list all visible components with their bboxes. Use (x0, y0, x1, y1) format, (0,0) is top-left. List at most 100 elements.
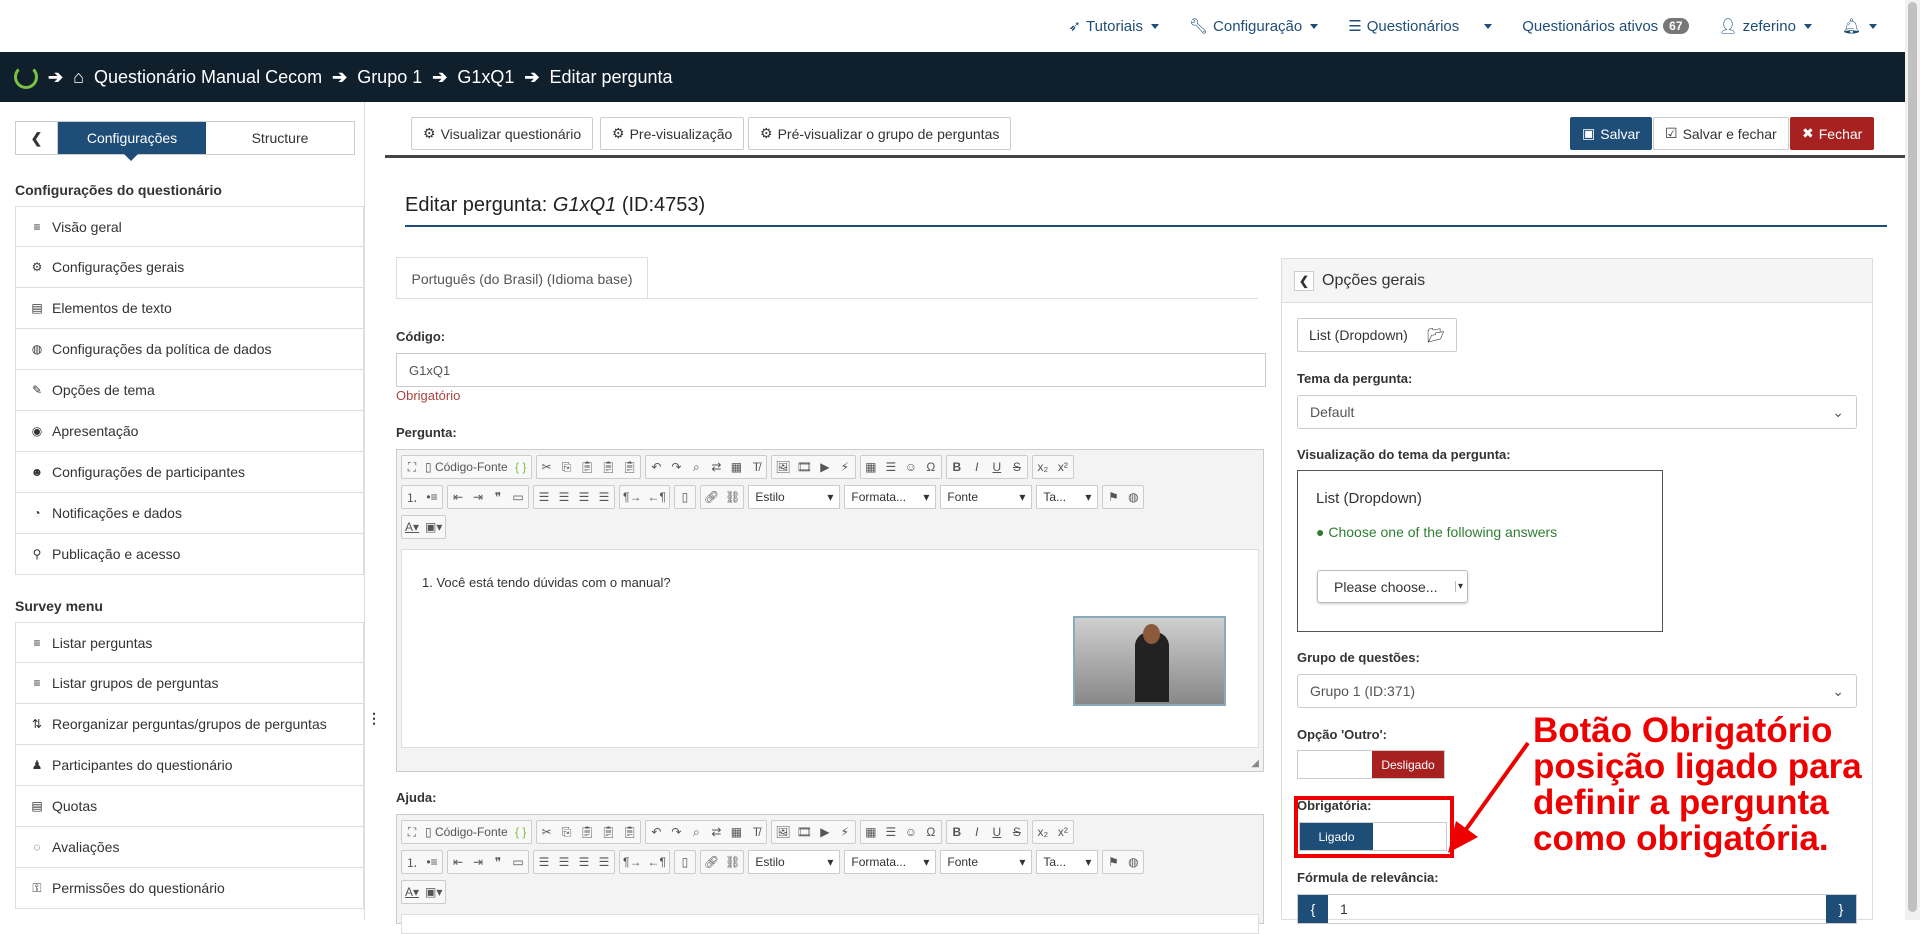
italic-icon[interactable]: I (970, 825, 984, 839)
unlink-icon[interactable]: ⛓ (725, 855, 740, 869)
sidebar-item[interactable]: ⚲ Publicação e acesso (15, 534, 364, 575)
resize-grip-icon[interactable]: ◢ (1251, 758, 1259, 769)
find-icon[interactable]: ⌕ (689, 825, 703, 840)
sidebar-item[interactable]: ≡ Visão geral (15, 206, 364, 247)
sidebar-item[interactable]: ◍ Configurações da política de dados (15, 329, 364, 370)
superscript-icon[interactable]: x² (1056, 825, 1070, 839)
surveys-menu[interactable]: ☰ Questionários (1348, 17, 1493, 35)
unlink-icon[interactable]: ⛓ (725, 490, 740, 504)
horizontal-rule-icon[interactable]: ☰ (884, 825, 898, 839)
preview-button[interactable]: ⚙ Pre-visualização (600, 117, 745, 150)
paste-icon[interactable]: 📋︎ (580, 460, 595, 474)
table-icon[interactable]: ▦ (864, 825, 878, 839)
font-dropdown[interactable]: Fonte ▾ (940, 485, 1033, 509)
sidebar-item[interactable]: ◉ Apresentação (15, 411, 364, 452)
undo-icon[interactable]: ↶ (649, 460, 663, 474)
blockquote-icon[interactable]: ❞ (491, 855, 505, 869)
strike-icon[interactable]: S (1010, 825, 1024, 839)
template-icon[interactable]: ▯ (678, 490, 692, 504)
sidebar-item[interactable]: ▤ Elementos de texto (15, 288, 364, 329)
size-dropdown[interactable]: Ta... ▾ (1036, 485, 1099, 509)
justify-icon[interactable]: ☰ (597, 855, 611, 869)
subscript-icon[interactable]: x₂ (1036, 460, 1050, 474)
maximize-icon[interactable]: ⛶ (405, 825, 419, 840)
expression-icon[interactable]: { } (514, 460, 528, 474)
replace-icon[interactable]: ⇄ (709, 460, 723, 474)
sidebar-item[interactable]: ⚿ Permissões do questionário (15, 868, 364, 909)
omega-icon[interactable]: Ω (924, 460, 938, 474)
smiley-icon[interactable]: ☺ (904, 460, 918, 474)
sidebar-item[interactable]: ⇅ Reorganizar perguntas/grupos de pergunt… (15, 704, 364, 745)
div-icon[interactable]: ▭ (511, 490, 525, 504)
image-icon[interactable]: 🖼︎ (775, 825, 790, 839)
italic-icon[interactable]: I (970, 460, 984, 474)
view-survey-button[interactable]: ⚙ Visualizar questionário (411, 117, 594, 150)
config-menu[interactable]: 🔧︎ Configuração (1189, 17, 1319, 35)
indent-icon[interactable]: ⇥ (471, 490, 485, 504)
smiley-icon[interactable]: ☺ (904, 825, 918, 839)
remove-format-icon[interactable]: T̸ (749, 460, 763, 474)
outdent-icon[interactable]: ⇤ (451, 490, 465, 504)
sidebar-resize-handle[interactable]: ⋮ (367, 710, 381, 727)
theme-select[interactable]: Default ⌄ (1297, 395, 1857, 429)
flag-icon[interactable]: ⚑ (1106, 855, 1120, 869)
align-right-icon[interactable]: ☰ (577, 855, 591, 869)
flag-icon[interactable]: ⚑ (1106, 490, 1120, 504)
bullet-list-icon[interactable]: •≡ (425, 855, 439, 869)
sidebar-item[interactable]: ◔ Notificações e dados (15, 493, 364, 534)
user-menu[interactable]: 👤︎ zeferino (1719, 17, 1812, 35)
numbered-list-icon[interactable]: ⒈ (405, 854, 419, 871)
close-button[interactable]: ✖ Fechar (1790, 117, 1875, 150)
superscript-icon[interactable]: x² (1056, 460, 1070, 474)
tab-language-base[interactable]: Português (do Brasil) (Idioma base) (396, 257, 648, 299)
rtl-icon[interactable]: ←¶ (647, 490, 665, 504)
omega-icon[interactable]: Ω (924, 825, 938, 839)
background-color-icon[interactable]: ▣▾ (425, 885, 442, 899)
chevron-left-icon[interactable]: ❮ (1294, 270, 1314, 291)
preview-group-button[interactable]: ⚙ Pré-visualizar o grupo de perguntas (748, 117, 1012, 150)
tab-settings[interactable]: Configurações (58, 122, 206, 161)
help-text-area[interactable] (401, 914, 1259, 934)
underline-icon[interactable]: U (990, 825, 1004, 839)
sidebar-item[interactable]: ✎ Opções de tema (15, 370, 364, 411)
redo-icon[interactable]: ↷ (669, 460, 683, 474)
logo-icon[interactable] (14, 65, 38, 89)
text-color-icon[interactable]: A▾ (405, 520, 419, 534)
find-icon[interactable]: ⌕ (689, 460, 703, 475)
source-button[interactable]: ▯ Código-Fonte (425, 460, 508, 474)
size-dropdown[interactable]: Ta... ▾ (1036, 850, 1099, 874)
align-center-icon[interactable]: ☰ (557, 855, 571, 869)
bold-icon[interactable]: B (950, 825, 964, 839)
question-type-button[interactable]: List (Dropdown) 📂︎ (1297, 318, 1457, 352)
sidebar-item[interactable]: ≡ Listar perguntas (15, 622, 364, 663)
notifications-menu[interactable]: 🔔︎ (1842, 17, 1877, 35)
sidebar-item[interactable]: ☻ Configurações de participantes (15, 452, 364, 493)
format-dropdown[interactable]: Formata... ▾ (844, 485, 937, 509)
video-icon[interactable]: 🎞︎ (797, 460, 812, 474)
tutorials-menu[interactable]: ➶ Tutoriais (1068, 17, 1159, 35)
align-right-icon[interactable]: ☰ (577, 490, 591, 504)
page-scrollbar[interactable] (1905, 0, 1920, 920)
breadcrumb-group[interactable]: Grupo 1 (357, 67, 422, 88)
ltr-icon[interactable]: ¶→ (623, 855, 641, 869)
save-close-button[interactable]: ☑ Salvar e fechar (1653, 117, 1789, 150)
cut-icon[interactable]: ✂ (540, 825, 554, 839)
indent-icon[interactable]: ⇥ (471, 855, 485, 869)
copy-icon[interactable]: ⎘ (560, 460, 574, 475)
sidebar-item[interactable]: ⚙ Configurações gerais (15, 247, 364, 288)
active-surveys-link[interactable]: Questionários ativos 67 (1522, 18, 1689, 35)
underline-icon[interactable]: U (990, 460, 1004, 474)
justify-icon[interactable]: ☰ (597, 490, 611, 504)
paste-word-icon[interactable]: 📋︎ (622, 825, 637, 839)
undo-icon[interactable]: ↶ (649, 825, 663, 839)
style-dropdown[interactable]: Estilo ▾ (748, 485, 841, 509)
rtl-icon[interactable]: ←¶ (647, 855, 665, 869)
replace-icon[interactable]: ⇄ (709, 825, 723, 839)
format-dropdown[interactable]: Formata... ▾ (844, 850, 937, 874)
maximize-icon[interactable]: ⛶ (405, 460, 419, 475)
video-icon[interactable]: 🎞︎ (797, 825, 812, 839)
sidebar-item[interactable]: ♟ Participantes do questionário (15, 745, 364, 786)
link-icon[interactable]: 🔗︎ (704, 490, 719, 504)
play-icon[interactable]: ▶ (818, 460, 832, 474)
code-input[interactable]: G1xQ1 (396, 353, 1266, 387)
